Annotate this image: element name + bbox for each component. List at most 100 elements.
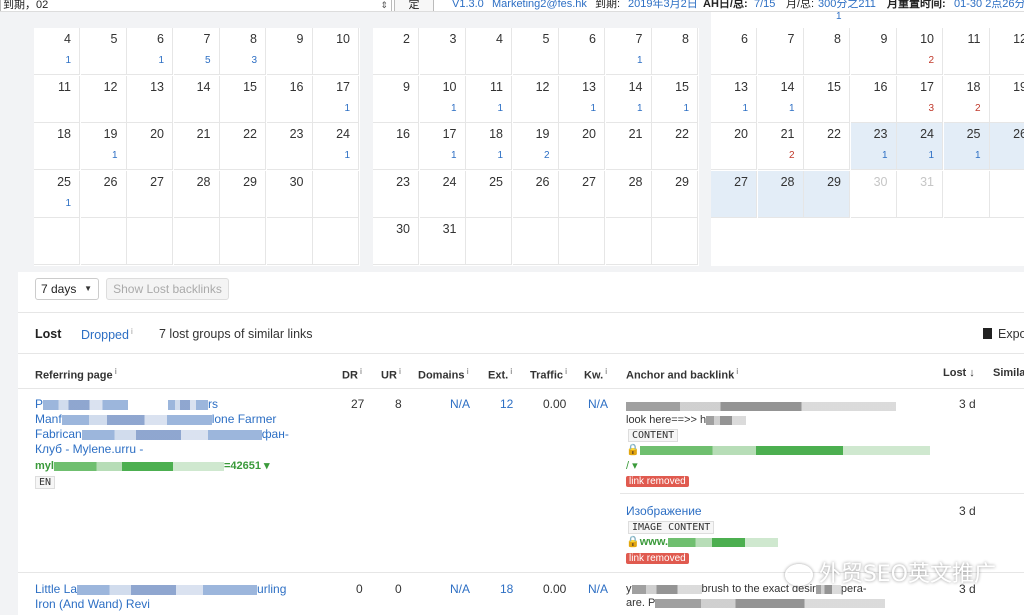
calendar-day-26[interactable]: 26 xyxy=(80,170,127,218)
calendar-day-16[interactable]: 16 xyxy=(373,123,419,170)
calendar-day-18[interactable]: 18 xyxy=(34,123,80,170)
row1-ext[interactable]: 12 xyxy=(500,397,513,411)
calendar-day-26[interactable]: 26 xyxy=(512,170,559,218)
calendar-day-27[interactable]: 27 xyxy=(559,170,605,218)
calendar-day-22[interactable]: 22 xyxy=(804,123,850,170)
row1-kw[interactable]: N/A xyxy=(588,397,608,411)
calendar-day-9[interactable]: 9 xyxy=(373,75,419,123)
calendar-day-9[interactable]: 9 xyxy=(850,28,897,75)
calendar-day-25[interactable]: 25 xyxy=(466,170,512,218)
calendar-day-6[interactable]: 61 xyxy=(127,28,173,75)
calendar-day-22[interactable]: 22 xyxy=(652,123,698,170)
calendar-day-30[interactable]: 30 xyxy=(373,218,419,265)
calendar-day-13[interactable]: 13 1 xyxy=(711,75,757,123)
calendar-day-23[interactable]: 23 xyxy=(373,170,419,218)
calendar-day-11[interactable]: 11 xyxy=(943,28,990,75)
row2-domains[interactable]: N/A xyxy=(450,582,470,596)
col-ur[interactable]: UR i xyxy=(381,367,401,382)
calendar-day-15[interactable]: 15 xyxy=(220,75,266,123)
row1-backlink1-more[interactable]: / ▾ xyxy=(626,459,638,472)
calendar-day-12[interactable]: 12 xyxy=(990,28,1024,75)
row1-domains[interactable]: N/A xyxy=(450,397,470,411)
row1-backlink1[interactable]: 🔒 xyxy=(626,443,930,456)
col-anchor-backlink[interactable]: Anchor and backlink i xyxy=(626,367,738,382)
calendar-day-26[interactable]: 26 xyxy=(990,123,1024,170)
calendar-day-6[interactable]: 6 xyxy=(559,28,605,75)
calendar-day-14[interactable]: 14 1 xyxy=(605,75,652,123)
row1-anchor2[interactable]: Изображение xyxy=(626,504,702,518)
account-select[interactable]: 到期，02 ⇕ xyxy=(0,0,392,11)
show-lost-backlinks-button[interactable]: Show Lost backlinks xyxy=(106,278,229,300)
calendar-day-11[interactable]: 11 xyxy=(34,75,80,123)
calendar-day-14[interactable]: 14 xyxy=(173,75,220,123)
calendar-day-3[interactable]: 3 xyxy=(419,28,466,75)
calendar-day-30[interactable]: 30 xyxy=(266,170,313,218)
row1-url[interactable]: myl =42651 ▾ xyxy=(35,459,270,472)
calendar-day-16[interactable]: 16 xyxy=(266,75,313,123)
calendar-day-9[interactable]: 9 xyxy=(266,28,313,75)
calendar-day-25[interactable]: 25 1 xyxy=(943,123,990,170)
calendar-day-6[interactable]: 6 xyxy=(711,28,757,75)
calendar-day-13[interactable]: 13 xyxy=(127,75,173,123)
calendar-day-28[interactable]: 28 xyxy=(605,170,652,218)
calendar-day-10[interactable]: 10 xyxy=(313,28,359,75)
col-traffic[interactable]: Traffic i xyxy=(530,367,567,382)
tab-dropped[interactable]: Dropped i xyxy=(81,327,133,342)
col-similar[interactable]: Simila xyxy=(993,367,1024,379)
calendar-day-27[interactable]: 27 xyxy=(711,170,757,218)
row2-ext[interactable]: 18 xyxy=(500,582,513,596)
calendar-day-8[interactable]: 8 xyxy=(652,28,698,75)
calendar-day-16[interactable]: 16 xyxy=(850,75,897,123)
col-referring-page[interactable]: Referring page i xyxy=(35,367,117,382)
calendar-day-18[interactable]: 18 2 xyxy=(943,75,990,123)
calendar-day-11[interactable]: 11 1 xyxy=(466,75,512,123)
col-lost[interactable]: Lost ↓ xyxy=(943,367,975,379)
calendar-day-10[interactable]: 10 2 xyxy=(897,28,943,75)
calendar-day-23[interactable]: 23 1 xyxy=(850,123,897,170)
calendar-day-22[interactable]: 22 xyxy=(220,123,266,170)
row2-kw[interactable]: N/A xyxy=(588,582,608,596)
calendar-day-10[interactable]: 10 1 xyxy=(419,75,466,123)
calendar-day-20[interactable]: 20 xyxy=(711,123,757,170)
calendar-day-15[interactable]: 15 1 xyxy=(652,75,698,123)
col-dr[interactable]: DR i xyxy=(342,367,362,382)
calendar-day-12[interactable]: 12 xyxy=(512,75,559,123)
calendar-day-17[interactable]: 17 1 xyxy=(419,123,466,170)
calendar-day-7[interactable]: 71 xyxy=(605,28,652,75)
calendar-day-7[interactable]: 75 xyxy=(173,28,220,75)
calendar-day-21[interactable]: 21 2 xyxy=(757,123,804,170)
range-dropdown[interactable]: 7 days ▼ xyxy=(35,278,99,300)
calendar-day-28[interactable]: 28 xyxy=(757,170,804,218)
calendar-day-19[interactable]: 19 2 xyxy=(512,123,559,170)
calendar-day-2[interactable]: 2 xyxy=(373,28,419,75)
calendar-day-28[interactable]: 28 xyxy=(173,170,220,218)
calendar-day-20[interactable]: 20 xyxy=(559,123,605,170)
calendar-day-4[interactable]: 4 xyxy=(466,28,512,75)
export-button[interactable]: Expo xyxy=(983,327,1024,341)
col-domains[interactable]: Domains i xyxy=(418,367,469,382)
calendar-day-20[interactable]: 20 xyxy=(127,123,173,170)
calendar-day-19[interactable]: 19 xyxy=(990,76,1024,123)
calendar-day-24[interactable]: 24 1 xyxy=(313,123,359,170)
calendar-day-24[interactable]: 24 xyxy=(419,170,466,218)
calendar-day-8[interactable]: 83 xyxy=(220,28,266,75)
confirm-button[interactable]: 定 xyxy=(394,0,434,11)
calendar-day-13[interactable]: 13 1 xyxy=(559,75,605,123)
calendar-day-29[interactable]: 29 xyxy=(652,170,698,218)
col-ext[interactable]: Ext. i xyxy=(488,367,512,382)
calendar-day-17[interactable]: 17 3 xyxy=(897,75,943,123)
calendar-day-21[interactable]: 21 xyxy=(605,123,652,170)
calendar-day-19[interactable]: 19 1 xyxy=(80,123,127,170)
row2-title[interactable]: Little La urling Iron (And Wand) Revi xyxy=(35,582,286,612)
tab-lost[interactable]: Lost xyxy=(35,327,61,341)
calendar-day-5[interactable]: 5 xyxy=(80,28,127,75)
calendar-day-4[interactable]: 41 xyxy=(34,28,80,75)
calendar-day-31[interactable]: 31 xyxy=(419,218,466,265)
calendar-day-5[interactable]: 5 xyxy=(512,28,559,75)
calendar-day-12[interactable]: 12 xyxy=(80,75,127,123)
row1-backlink2[interactable]: 🔒www. xyxy=(626,535,779,548)
calendar-day-18[interactable]: 18 1 xyxy=(466,123,512,170)
col-kw[interactable]: Kw. i xyxy=(584,367,607,382)
calendar-day-27[interactable]: 27 xyxy=(127,170,173,218)
calendar-day-17[interactable]: 17 1 xyxy=(313,75,359,123)
